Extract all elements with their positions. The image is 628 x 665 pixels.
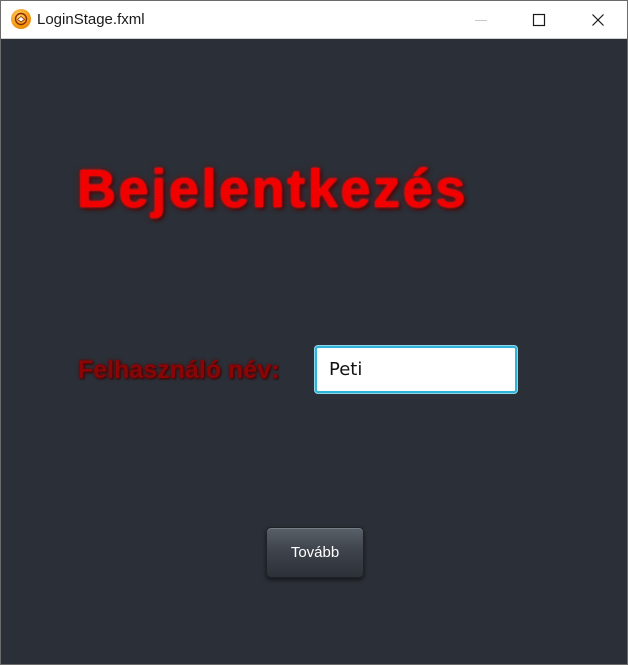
close-button[interactable] [569,1,627,38]
title-bar[interactable]: LoginStage.fxml [1,1,627,39]
minimize-icon [475,19,487,21]
minimize-button[interactable] [452,1,510,38]
app-window: LoginStage.fxml Bejelentkezés Felhasznál… [0,0,628,665]
close-icon [592,13,604,26]
login-form: Bejelentkezés Felhasználó név: Tovább [1,39,627,664]
username-label: Felhasználó név: [78,356,280,384]
next-button[interactable]: Tovább [266,527,364,578]
app-icon [11,9,31,29]
maximize-button[interactable] [510,1,568,38]
maximize-icon [532,13,546,26]
page-title: Bejelentkezés [77,159,468,219]
window-title: LoginStage.fxml [37,11,145,28]
username-input[interactable] [315,346,517,393]
